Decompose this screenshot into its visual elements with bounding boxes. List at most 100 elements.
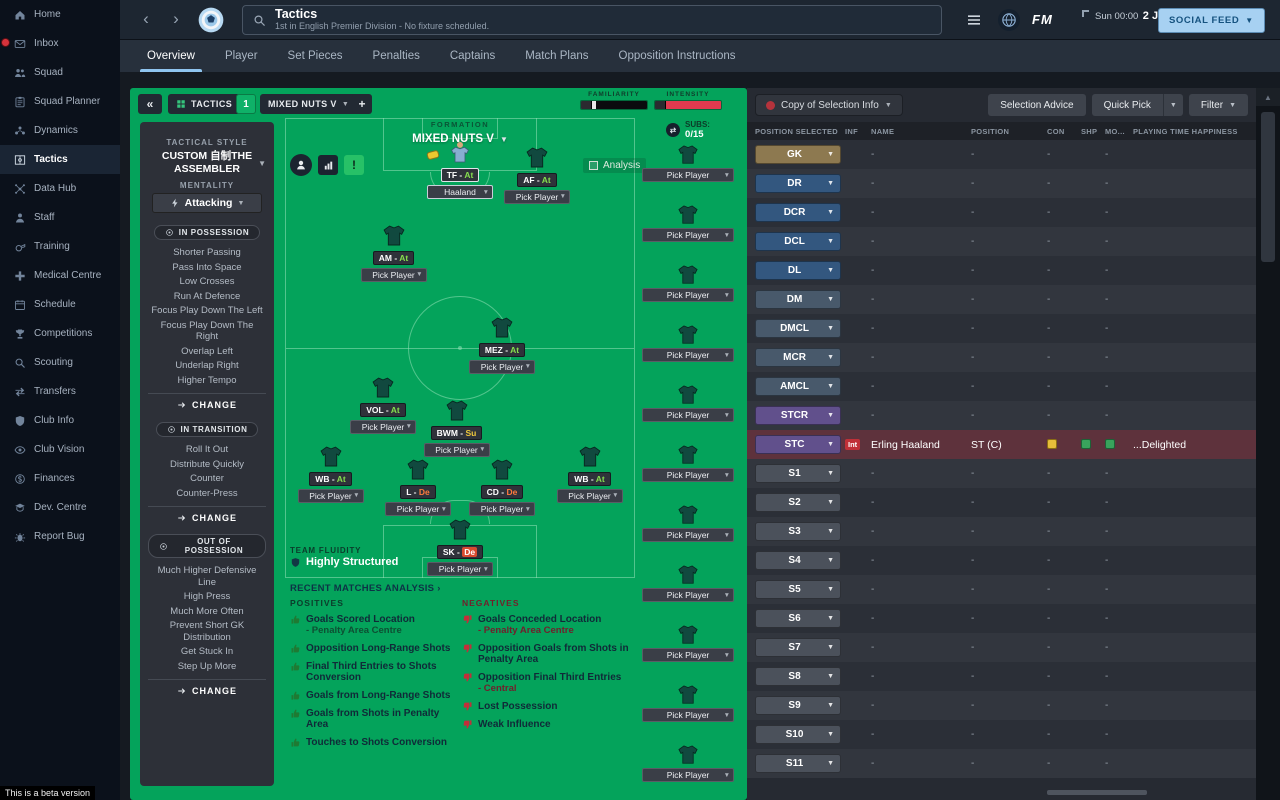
position-badge-dropdown[interactable]: S2▼: [755, 493, 841, 512]
add-tactic-button[interactable]: +: [352, 94, 372, 114]
role-duty-label[interactable]: TF - At: [441, 168, 480, 182]
jersey-icon[interactable]: [444, 399, 470, 423]
sidebar-item-inbox[interactable]: Inbox: [0, 29, 120, 58]
position-badge-dropdown[interactable]: S6▼: [755, 609, 841, 628]
position-badge-dropdown[interactable]: GK▼: [755, 145, 841, 164]
tab-overview[interactable]: Overview: [132, 40, 210, 72]
position-badge-dropdown[interactable]: S4▼: [755, 551, 841, 570]
world-icon[interactable]: [998, 9, 1020, 31]
mentality-dropdown[interactable]: Attacking ▼: [152, 193, 262, 213]
jersey-icon[interactable]: [635, 264, 741, 286]
scrollbar-thumb[interactable]: [1047, 790, 1147, 795]
table-row-dr[interactable]: DR▼----: [747, 169, 1256, 198]
jersey-icon[interactable]: [635, 744, 741, 766]
table-row-s6[interactable]: S6▼----: [747, 604, 1256, 633]
column-header-playing-time-happiness[interactable]: PLAYING TIME HAPPINESS: [1133, 127, 1256, 136]
sidebar-item-finances[interactable]: Finances: [0, 464, 120, 493]
alerts-button[interactable]: !: [344, 155, 364, 175]
player-picker[interactable]: Pick Player▼: [642, 228, 734, 242]
position-badge-dropdown[interactable]: AMCL▼: [755, 377, 841, 396]
jersey-icon[interactable]: [635, 624, 741, 646]
table-row-dl[interactable]: DL▼----: [747, 256, 1256, 285]
position-badge-dropdown[interactable]: STCR▼: [755, 406, 841, 425]
sidebar-item-club-info[interactable]: Club Info: [0, 406, 120, 435]
role-duty-label[interactable]: MEZ - At: [479, 343, 525, 357]
table-row-stc[interactable]: STC▼IntErling HaalandST (C)...Delighted: [747, 430, 1256, 459]
position-badge-dropdown[interactable]: STC▼: [755, 435, 841, 454]
player-picker[interactable]: Pick Player▼: [361, 268, 427, 282]
sidebar-item-staff[interactable]: Staff: [0, 203, 120, 232]
position-badge-dropdown[interactable]: DR▼: [755, 174, 841, 193]
jersey-icon[interactable]: [635, 204, 741, 226]
back-button[interactable]: ‹: [134, 8, 158, 32]
change-button[interactable]: CHANGE: [148, 393, 266, 410]
sidebar-item-competitions[interactable]: Competitions: [0, 319, 120, 348]
role-duty-label[interactable]: CD - De: [481, 485, 524, 499]
player-picker[interactable]: Pick Player▼: [642, 588, 734, 602]
jersey-icon[interactable]: [577, 445, 603, 469]
tactics-menu-button[interactable]: TACTICS: [168, 94, 240, 114]
recent-matches-analysis-link[interactable]: RECENT MATCHES ANALYSIS ›: [290, 583, 441, 594]
position-badge-dropdown[interactable]: S5▼: [755, 580, 841, 599]
player-picker[interactable]: Pick Player▼: [350, 420, 416, 434]
player-picker[interactable]: Haaland▼: [427, 185, 493, 199]
table-row-dm[interactable]: DM▼----: [747, 285, 1256, 314]
sidebar-item-schedule[interactable]: Schedule: [0, 290, 120, 319]
player-picker[interactable]: Pick Player▼: [504, 190, 570, 204]
jersey-icon[interactable]: [635, 144, 741, 166]
column-header-position-selected[interactable]: POSITION SELECTED: [747, 127, 845, 136]
sidebar-item-club-vision[interactable]: Club Vision: [0, 435, 120, 464]
table-row-dcl[interactable]: DCL▼----: [747, 227, 1256, 256]
forward-button[interactable]: ›: [164, 8, 188, 32]
change-button[interactable]: CHANGE: [148, 679, 266, 696]
position-badge-dropdown[interactable]: S3▼: [755, 522, 841, 541]
sidebar-item-data-hub[interactable]: Data Hub: [0, 174, 120, 203]
sidebar-item-tactics[interactable]: Tactics: [0, 145, 120, 174]
table-row-amcl[interactable]: AMCL▼----: [747, 372, 1256, 401]
position-badge-dropdown[interactable]: DL▼: [755, 261, 841, 280]
position-badge-dropdown[interactable]: S1▼: [755, 464, 841, 483]
sidebar-item-dynamics[interactable]: Dynamics: [0, 116, 120, 145]
sidebar-item-report-bug[interactable]: Report Bug: [0, 522, 120, 551]
player-portrait[interactable]: [447, 141, 473, 165]
position-badge-dropdown[interactable]: DCR▼: [755, 203, 841, 222]
position-badge-dropdown[interactable]: S8▼: [755, 667, 841, 686]
jersey-icon[interactable]: [370, 376, 396, 400]
position-badge-dropdown[interactable]: DCL▼: [755, 232, 841, 251]
position-badge-dropdown[interactable]: DMCL▼: [755, 319, 841, 338]
jersey-icon[interactable]: [635, 444, 741, 466]
table-row-s4[interactable]: S4▼----: [747, 546, 1256, 575]
table-row-s1[interactable]: S1▼----: [747, 459, 1256, 488]
jersey-icon[interactable]: [489, 458, 515, 482]
jersey-icon[interactable]: [635, 324, 741, 346]
player-picker[interactable]: Pick Player▼: [469, 502, 535, 516]
table-row-mcr[interactable]: MCR▼----: [747, 343, 1256, 372]
position-badge-dropdown[interactable]: S11▼: [755, 754, 841, 773]
sidebar-item-squad[interactable]: Squad: [0, 58, 120, 87]
change-button[interactable]: CHANGE: [148, 506, 266, 523]
jersey-icon[interactable]: [447, 518, 473, 542]
tactical-style-dropdown[interactable]: CUSTOM 自制THE ASSEMBLER ▼: [148, 150, 266, 175]
player-picker[interactable]: Pick Player▼: [385, 502, 451, 516]
position-badge-dropdown[interactable]: S7▼: [755, 638, 841, 657]
jersey-icon[interactable]: [635, 384, 741, 406]
table-row-s10[interactable]: S10▼----: [747, 720, 1256, 749]
player-picker[interactable]: Pick Player▼: [424, 443, 490, 457]
tab-match-plans[interactable]: Match Plans: [510, 40, 603, 72]
player-picker[interactable]: Pick Player▼: [642, 288, 734, 302]
tab-penalties[interactable]: Penalties: [358, 40, 435, 72]
player-picker[interactable]: Pick Player▼: [642, 768, 734, 782]
info-badge[interactable]: Int: [845, 439, 860, 450]
menu-icon[interactable]: [966, 12, 982, 28]
player-picker[interactable]: Pick Player▼: [642, 348, 734, 362]
position-badge-dropdown[interactable]: MCR▼: [755, 348, 841, 367]
player-picker[interactable]: Pick Player▼: [642, 648, 734, 662]
copy-selection-info-dropdown[interactable]: Copy of Selection Info ▼: [755, 94, 903, 116]
table-row-stcr[interactable]: STCR▼----: [747, 401, 1256, 430]
tab-captains[interactable]: Captains: [435, 40, 510, 72]
role-duty-label[interactable]: SK - De: [437, 545, 483, 559]
role-duty-label[interactable]: AM - At: [373, 251, 414, 265]
tab-set-pieces[interactable]: Set Pieces: [273, 40, 358, 72]
horizontal-scrollbar[interactable]: [747, 790, 1256, 796]
player-picker[interactable]: Pick Player▼: [642, 468, 734, 482]
